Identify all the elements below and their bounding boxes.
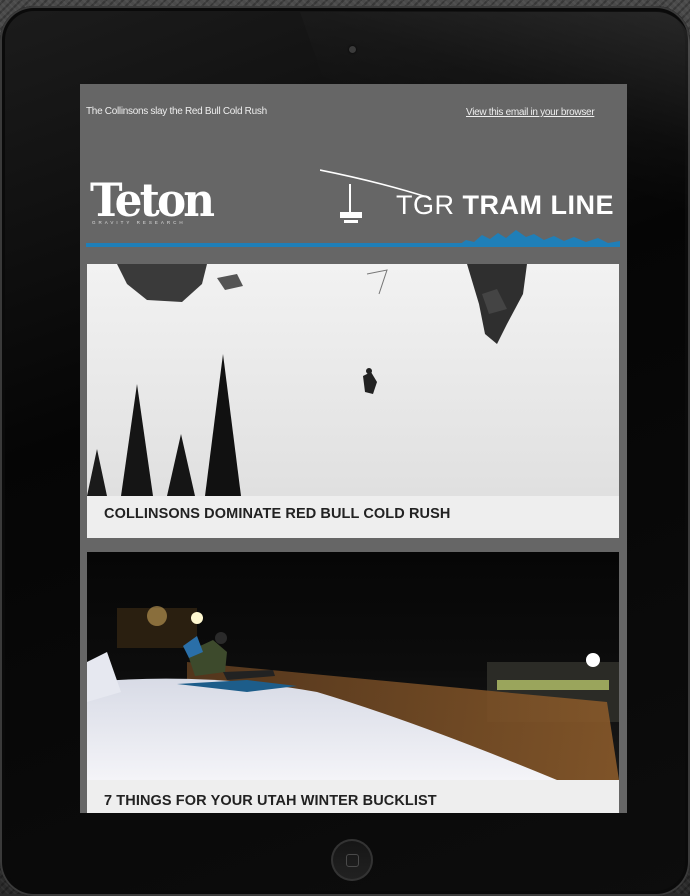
preheader-bar: The Collinsons slay the Red Bull Cold Ru…: [80, 84, 627, 164]
story-card[interactable]: COLLINSONS DOMINATE RED BULL COLD RUSH: [87, 264, 619, 538]
story-card[interactable]: 7 THINGS FOR YOUR UTAH WINTER BUCKLIST: [87, 552, 619, 813]
story-title[interactable]: COLLINSONS DOMINATE RED BULL COLD RUSH: [104, 506, 450, 522]
camera-icon: [349, 46, 356, 53]
story-title[interactable]: 7 THINGS FOR YOUR UTAH WINTER BUCKLIST: [104, 793, 437, 809]
view-in-browser-link[interactable]: View this email in your browser: [466, 104, 606, 121]
tram-line-title: TGR TRAM LINE: [396, 190, 614, 221]
home-button[interactable]: [331, 839, 373, 881]
teton-logo-wordmark: Teton: [90, 173, 215, 227]
tram-line-name: TRAM LINE: [462, 190, 614, 220]
story-image-night-snowboarder[interactable]: [87, 552, 619, 780]
teton-logo[interactable]: Teton GRAVITY RESEARCH: [90, 173, 219, 227]
mountain-range-divider: [86, 230, 620, 247]
email-screen: The Collinsons slay the Red Bull Cold Ru…: [80, 84, 627, 813]
tram-line-prefix: TGR: [396, 190, 455, 220]
home-square-icon: [346, 854, 359, 867]
story-image-skier-powder[interactable]: [87, 264, 619, 496]
preheader-text: The Collinsons slay the Red Bull Cold Ru…: [86, 106, 267, 117]
